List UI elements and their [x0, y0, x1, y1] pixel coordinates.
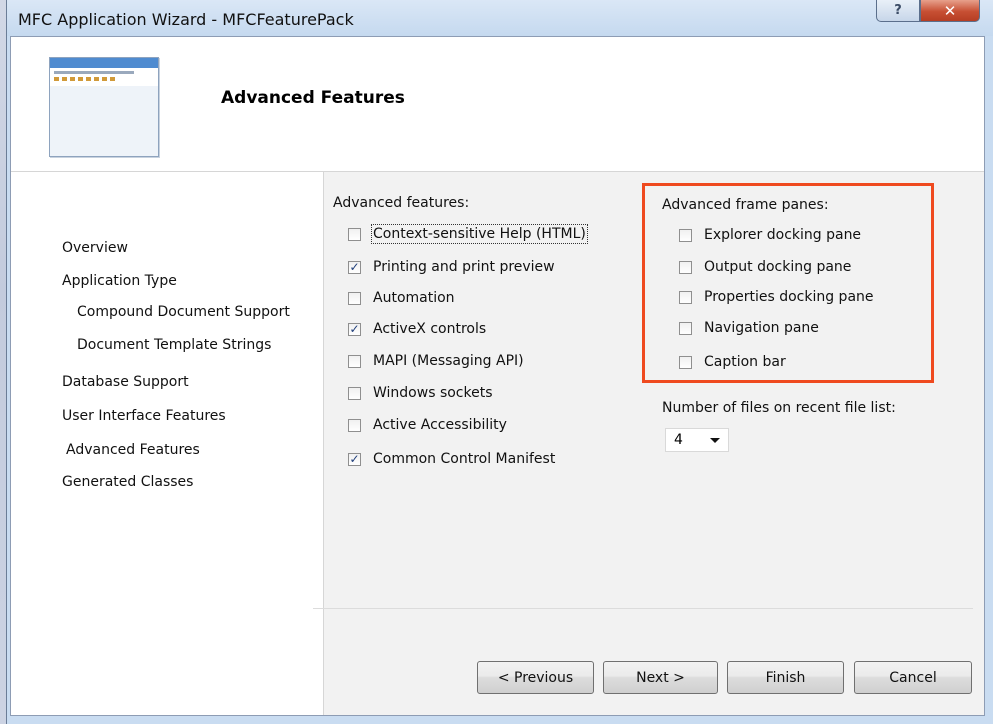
checkbox-navigation-pane[interactable]: Navigation pane — [679, 317, 819, 339]
checkbox-box[interactable] — [348, 291, 361, 305]
checkbox-box[interactable]: ✓ — [348, 321, 361, 336]
checkbox-caption-bar[interactable]: Caption bar — [679, 351, 786, 373]
window-title: MFC Application Wizard - MFCFeaturePack — [18, 10, 354, 29]
checkmark-icon: ✓ — [349, 321, 360, 336]
checkbox-mapi[interactable]: MAPI (Messaging API) — [348, 350, 524, 372]
checkbox-box[interactable] — [679, 228, 692, 242]
nav-item-overview[interactable]: Overview — [62, 240, 128, 256]
checkbox-label: Printing and print preview — [373, 259, 555, 275]
recent-files-value: 4 — [674, 432, 683, 448]
advanced-features-label: Advanced features: — [333, 195, 470, 211]
checkmark-icon: ✓ — [349, 259, 360, 274]
checkbox-windows-sockets[interactable]: Windows sockets — [348, 382, 493, 404]
checkbox-box[interactable] — [679, 260, 692, 274]
checkbox-label: Output docking pane — [704, 259, 852, 275]
finish-button[interactable]: Finish — [727, 661, 844, 694]
checkbox-context-sensitive-help[interactable]: Context-sensitive Help (HTML) — [348, 223, 588, 245]
checkbox-common-control-manifest[interactable]: ✓ Common Control Manifest — [348, 448, 555, 470]
checkbox-box[interactable]: ✓ — [348, 451, 361, 466]
checkbox-label: Context-sensitive Help (HTML) — [371, 224, 588, 244]
nav-item-advanced-features[interactable]: Advanced Features — [66, 442, 200, 458]
recent-files-select[interactable]: 4 — [665, 428, 729, 452]
close-button[interactable]: ✕ — [920, 0, 980, 22]
nav-item-compound-document-support[interactable]: Compound Document Support — [77, 304, 290, 320]
checkbox-output-docking-pane[interactable]: Output docking pane — [679, 256, 851, 278]
checkbox-printing-print-preview[interactable]: ✓ Printing and print preview — [348, 256, 555, 278]
checkbox-box[interactable] — [679, 290, 692, 304]
checkbox-box[interactable]: ✓ — [348, 259, 361, 274]
title-bar[interactable]: MFC Application Wizard - MFCFeaturePack … — [7, 0, 993, 36]
checkbox-box[interactable] — [679, 355, 692, 369]
advanced-frame-panes-label: Advanced frame panes: — [662, 197, 829, 213]
button-separator — [313, 608, 973, 609]
wizard-navigation: Overview Application Type Compound Docum… — [11, 172, 324, 715]
checkbox-label: Properties docking pane — [704, 289, 874, 305]
checkbox-label: MAPI (Messaging API) — [373, 353, 524, 369]
checkbox-box[interactable] — [348, 386, 361, 400]
checkbox-automation[interactable]: Automation — [348, 287, 455, 309]
nav-item-document-template-strings[interactable]: Document Template Strings — [77, 337, 271, 353]
checkbox-label: Caption bar — [704, 354, 786, 370]
checkmark-icon: ✓ — [349, 451, 360, 466]
previous-button[interactable]: < Previous — [477, 661, 594, 694]
close-icon: ✕ — [943, 1, 957, 20]
next-button[interactable]: Next > — [603, 661, 718, 694]
checkbox-box[interactable] — [348, 418, 361, 432]
page-title: Advanced Features — [221, 88, 405, 108]
checkbox-active-accessibility[interactable]: Active Accessibility — [348, 414, 507, 436]
wizard-header: Advanced Features — [11, 37, 984, 172]
nav-item-user-interface-features[interactable]: User Interface Features — [62, 408, 226, 424]
checkbox-box[interactable] — [348, 227, 361, 241]
nav-item-application-type[interactable]: Application Type — [62, 273, 177, 289]
cancel-button[interactable]: Cancel — [854, 661, 972, 694]
checkbox-explorer-docking-pane[interactable]: Explorer docking pane — [679, 224, 861, 246]
checkbox-label: Common Control Manifest — [373, 451, 556, 467]
help-button[interactable]: ? — [876, 0, 920, 22]
chevron-down-icon[interactable] — [710, 438, 720, 443]
checkbox-label: Navigation pane — [704, 320, 819, 336]
wizard-preview-thumbnail — [49, 57, 159, 157]
recent-files-label: Number of files on recent file list: — [662, 400, 896, 416]
nav-item-generated-classes[interactable]: Generated Classes — [62, 474, 193, 490]
checkbox-label: Active Accessibility — [373, 417, 507, 433]
checkbox-label: ActiveX controls — [373, 321, 487, 337]
checkbox-box[interactable] — [348, 354, 361, 368]
checkbox-properties-docking-pane[interactable]: Properties docking pane — [679, 286, 874, 308]
checkbox-activex-controls[interactable]: ✓ ActiveX controls — [348, 318, 486, 340]
checkbox-box[interactable] — [679, 321, 692, 335]
checkbox-label: Windows sockets — [373, 385, 493, 401]
checkbox-label: Automation — [373, 290, 455, 306]
nav-item-database-support[interactable]: Database Support — [62, 374, 189, 390]
checkbox-label: Explorer docking pane — [704, 227, 862, 243]
help-icon: ? — [894, 3, 902, 18]
